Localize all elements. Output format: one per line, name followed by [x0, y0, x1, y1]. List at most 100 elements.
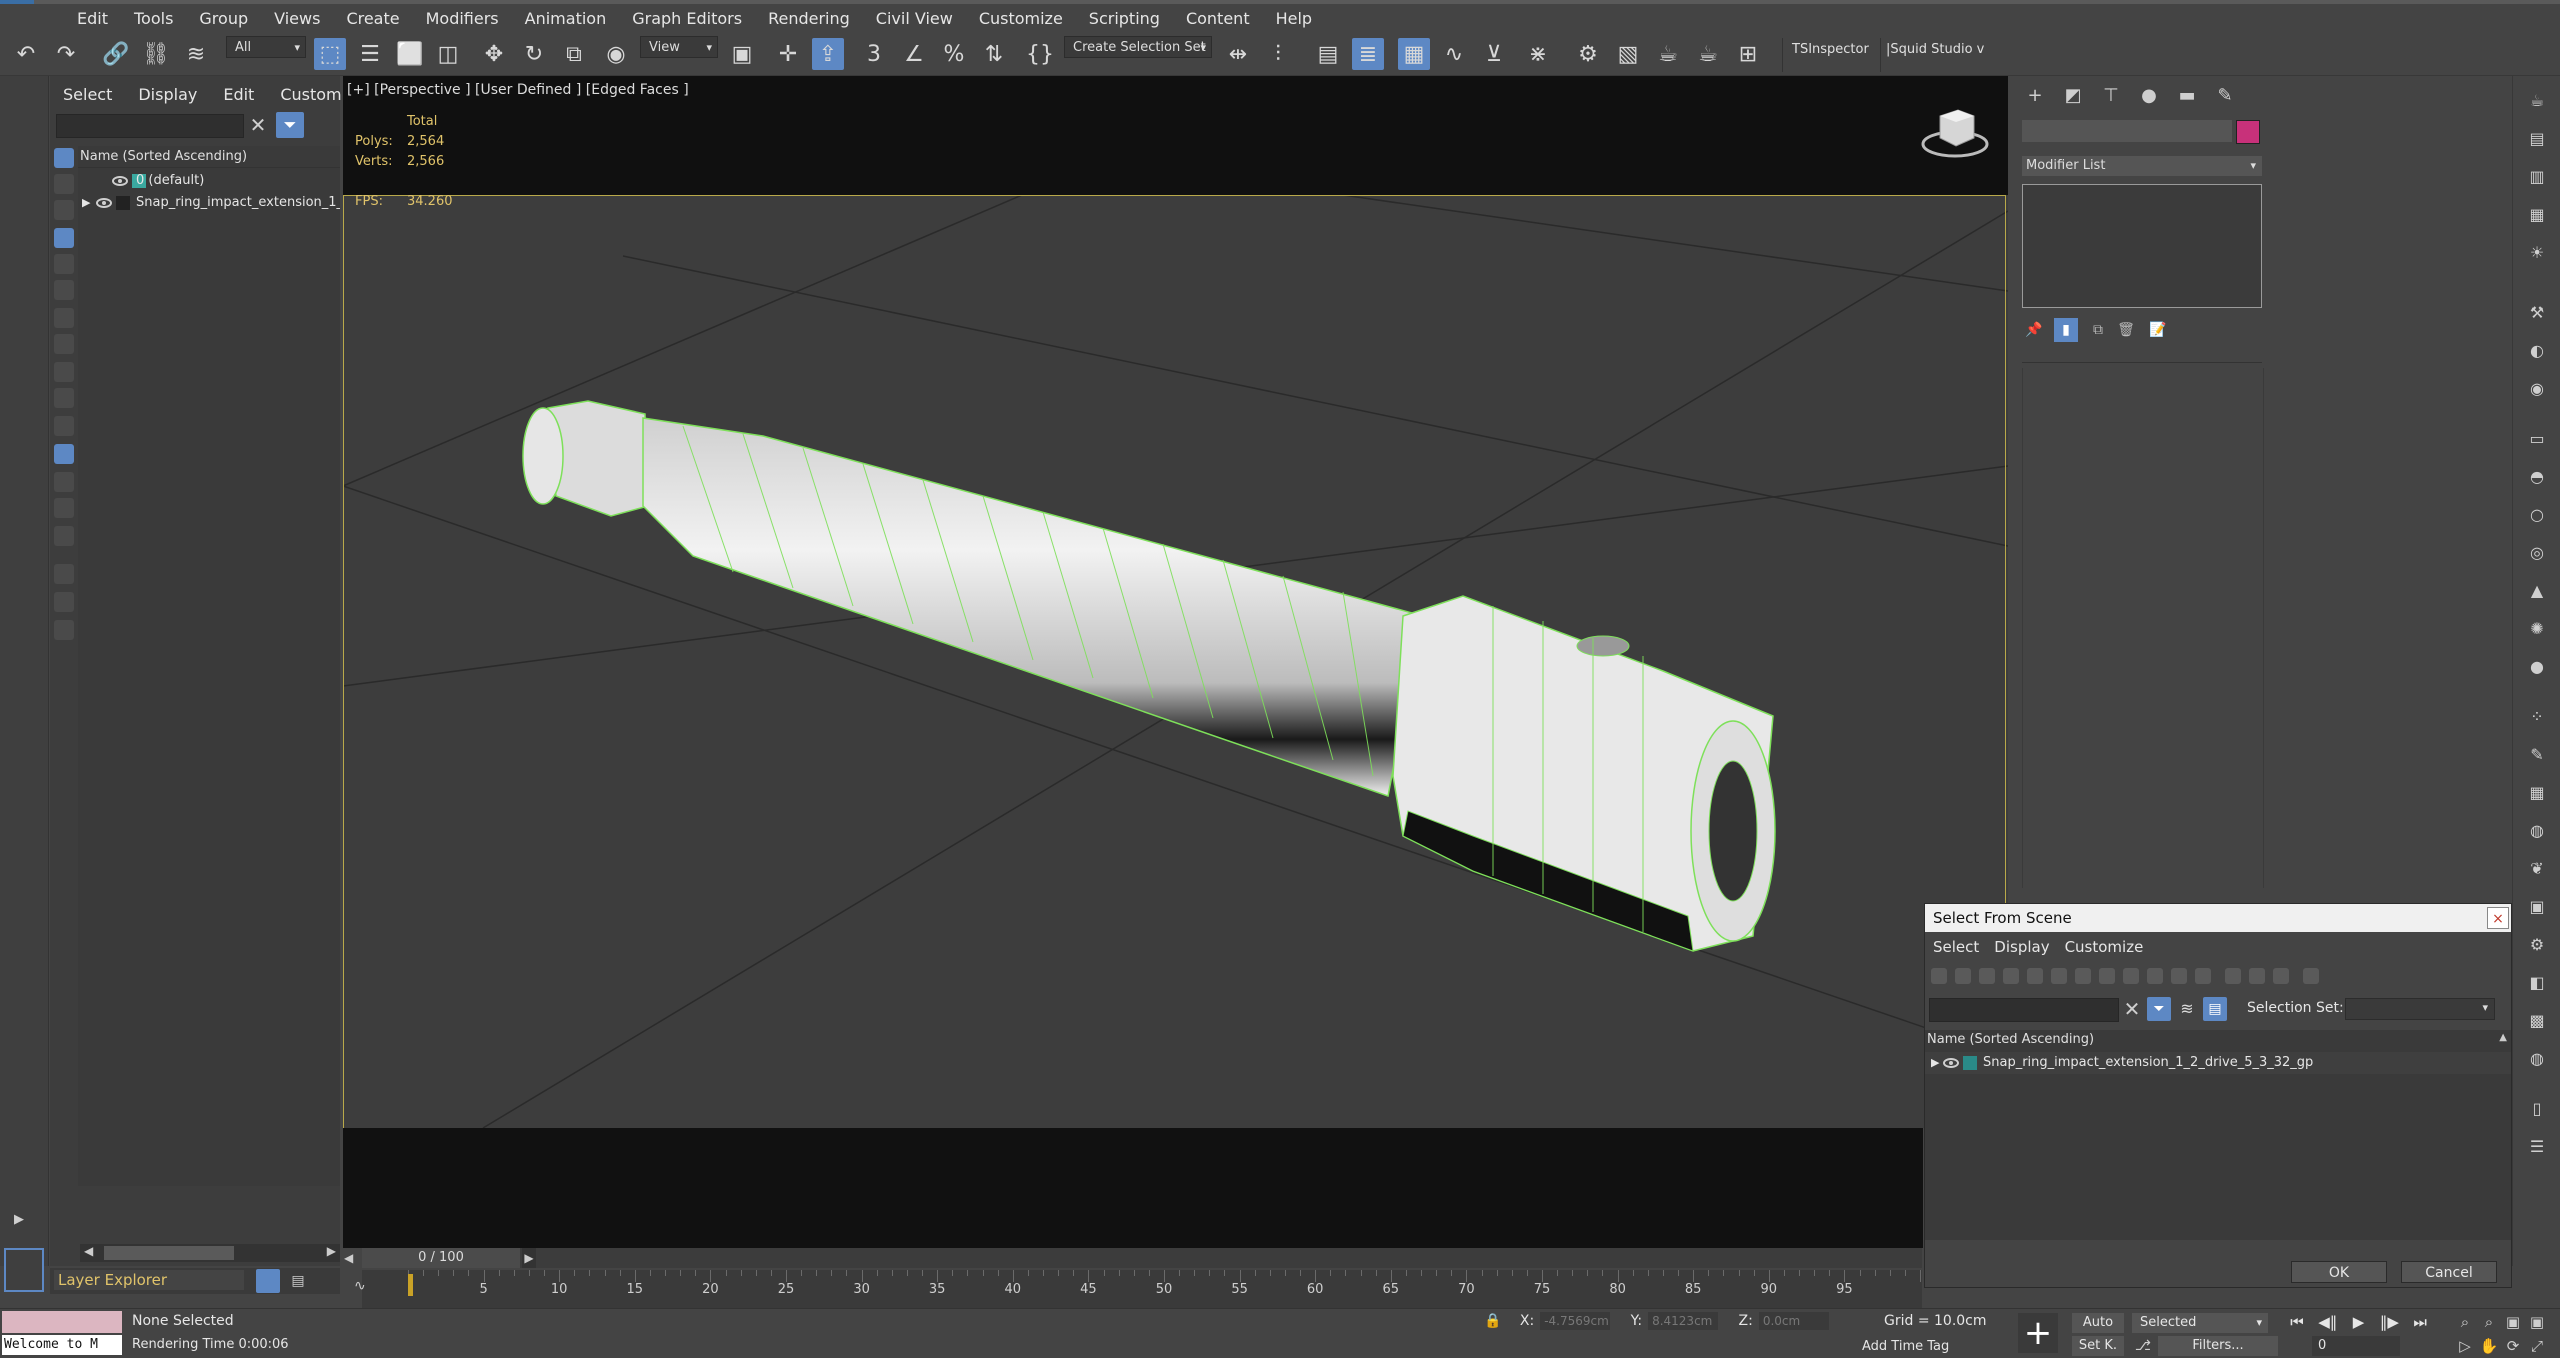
scrollbar-thumb[interactable]: [104, 1246, 234, 1260]
visibility-eye-icon[interactable]: [96, 198, 112, 208]
teapot-icon[interactable]: ☕: [2525, 90, 2549, 112]
groups-filter-icon[interactable]: [2075, 968, 2091, 984]
scroll-left-icon[interactable]: ◀: [84, 1244, 93, 1258]
dialog-layers-icon[interactable]: ≋: [2175, 997, 2199, 1021]
containers-filter-icon[interactable]: [2147, 968, 2163, 984]
hidden-filter-icon[interactable]: [54, 444, 74, 464]
set-key-mode-icon[interactable]: +: [2018, 1313, 2058, 1353]
table-icon[interactable]: ▦: [2525, 204, 2549, 226]
move-icon[interactable]: ✥: [478, 38, 510, 70]
spinner-snap-icon[interactable]: ⇅: [978, 38, 1010, 70]
time-slider[interactable]: ◀ 0 / 100 ▶: [344, 1248, 1922, 1268]
maximize-viewport-icon[interactable]: ⤢: [2526, 1337, 2548, 1357]
scroll-right-icon[interactable]: ▶: [327, 1244, 336, 1258]
sphere-gold-icon[interactable]: ●: [2525, 656, 2549, 678]
hierarchy-tab-icon[interactable]: ⊤: [2098, 84, 2124, 108]
curve-editor-icon[interactable]: ∿: [1438, 38, 1470, 70]
light-icon[interactable]: ☀: [2525, 242, 2549, 264]
time-prev-icon[interactable]: ◀: [344, 1248, 353, 1268]
field-of-view-icon[interactable]: ▷: [2454, 1337, 2476, 1357]
clear-search-icon[interactable]: ✕: [246, 112, 270, 138]
redo-icon[interactable]: ↷: [50, 38, 82, 70]
edit-named-selection-icon[interactable]: {}: [1024, 38, 1056, 70]
display-tab-icon[interactable]: ▬: [2174, 84, 2200, 108]
cameras-filter-icon[interactable]: [2003, 968, 2019, 984]
shapes-filter-icon[interactable]: [1955, 968, 1971, 984]
maxscript-listener-input[interactable]: [2, 1311, 122, 1333]
snaps-toggle-icon[interactable]: 3: [858, 38, 890, 70]
bones-filter-icon[interactable]: [2123, 968, 2139, 984]
modify-tab-icon[interactable]: ◩: [2060, 84, 2086, 108]
unlink-icon[interactable]: ⛓: [140, 38, 172, 70]
orbit-icon[interactable]: ⟳: [2502, 1337, 2524, 1357]
selection-set-dropdown[interactable]: [2345, 998, 2495, 1020]
viewport-layout-icon[interactable]: [4, 1248, 44, 1292]
leaf-icon[interactable]: ❦: [2525, 858, 2549, 880]
maxscript-output[interactable]: Welcome to M: [2, 1335, 122, 1355]
remove-modifier-icon[interactable]: 🗑: [2114, 318, 2138, 342]
configure-sets-icon[interactable]: 📝: [2146, 318, 2170, 342]
viewcube-icon[interactable]: [1920, 102, 1990, 162]
auto-key-button[interactable]: Auto: [2072, 1313, 2124, 1333]
layer-explorer-dropdown[interactable]: Layer Explorer: [54, 1270, 244, 1290]
dialog-menu-display[interactable]: Display: [1986, 934, 2056, 960]
geometry-filter-icon[interactable]: [54, 148, 74, 168]
expand-arrow-icon[interactable]: ▶: [14, 1212, 24, 1227]
z-field[interactable]: 0.0cm: [1758, 1312, 1829, 1330]
plane-icon[interactable]: ▭: [2525, 428, 2549, 450]
menu-views[interactable]: Views: [261, 9, 333, 28]
play-icon[interactable]: ▶: [2346, 1313, 2372, 1331]
se-menu-edit[interactable]: Edit: [210, 82, 267, 108]
layers-icon[interactable]: [256, 1269, 280, 1293]
display-all-icon[interactable]: [54, 472, 74, 492]
dialog-column-header[interactable]: Name (Sorted Ascending): [1927, 1032, 2094, 1047]
scale-icon[interactable]: ⧉: [558, 38, 590, 70]
shapes-filter-icon[interactable]: [54, 174, 74, 194]
frozen-filter-icon[interactable]: [2171, 968, 2187, 984]
helpers-filter-icon[interactable]: [2027, 968, 2043, 984]
menu-scripting[interactable]: Scripting: [1076, 9, 1173, 28]
container-icon[interactable]: [54, 620, 74, 640]
modifier-stack[interactable]: [2022, 184, 2262, 308]
layer-explorer-toggle-icon[interactable]: ≣: [1352, 38, 1384, 70]
spacewarps-filter-icon[interactable]: [2051, 968, 2067, 984]
dope-sheet-icon[interactable]: ⊻: [1478, 38, 1510, 70]
dialog-close-button[interactable]: ×: [2487, 907, 2509, 929]
dialog-clear-search-icon[interactable]: ✕: [2121, 996, 2143, 1022]
viewport-label[interactable]: [+] [Perspective ] [User Defined ] [Edge…: [347, 82, 689, 98]
dialog-menu-select[interactable]: Select: [1925, 934, 1986, 960]
cancel-button[interactable]: Cancel: [2401, 1261, 2497, 1283]
xrefs-filter-icon[interactable]: [2099, 968, 2115, 984]
menu-modifiers[interactable]: Modifiers: [413, 9, 512, 28]
cameras-filter-icon[interactable]: [54, 228, 74, 248]
dialog-hierarchy-icon[interactable]: ▤: [2203, 997, 2227, 1021]
link-icon[interactable]: 🔗: [100, 38, 132, 70]
dialog-filter-icon[interactable]: ⏷: [2147, 997, 2171, 1021]
x-field[interactable]: -4.7569cm: [1540, 1312, 1611, 1330]
rect-selection-icon[interactable]: ⬜: [394, 38, 426, 70]
camera-icon[interactable]: ◉: [2525, 378, 2549, 400]
display-none-icon[interactable]: [54, 498, 74, 518]
motion-tab-icon[interactable]: ●: [2136, 84, 2162, 108]
dialog-menu-customize[interactable]: Customize: [2057, 934, 2151, 960]
y-field[interactable]: 8.4123cm: [1648, 1312, 1719, 1330]
spacewarps-filter-icon[interactable]: [54, 280, 74, 300]
menu-edit[interactable]: Edit: [64, 9, 121, 28]
manipulate-icon[interactable]: ✛: [772, 38, 804, 70]
sync-selection-icon[interactable]: [54, 564, 74, 584]
layer-options-icon[interactable]: ▤: [286, 1269, 310, 1293]
scene-search-input[interactable]: [56, 114, 244, 138]
object-name-field[interactable]: [2022, 120, 2232, 142]
scroll-up-icon[interactable]: ▲: [2499, 1032, 2507, 1043]
dialog-search-input[interactable]: [1929, 998, 2119, 1022]
zoom-extents-all-icon[interactable]: ▣: [2526, 1313, 2548, 1333]
object-color-swatch[interactable]: [2236, 120, 2260, 144]
show-end-result-icon[interactable]: ▮: [2054, 318, 2078, 342]
named-selection-set-dropdown[interactable]: Create Selection Set: [1064, 36, 1212, 59]
schematic-view-icon[interactable]: ⋇: [1522, 38, 1554, 70]
render-icon[interactable]: ▤: [2525, 128, 2549, 150]
frozen-filter-icon[interactable]: [54, 416, 74, 436]
settings-icon[interactable]: ⚙: [2525, 934, 2549, 956]
add-time-tag[interactable]: Add Time Tag: [1862, 1339, 1949, 1354]
current-frame-marker[interactable]: [408, 1274, 413, 1296]
